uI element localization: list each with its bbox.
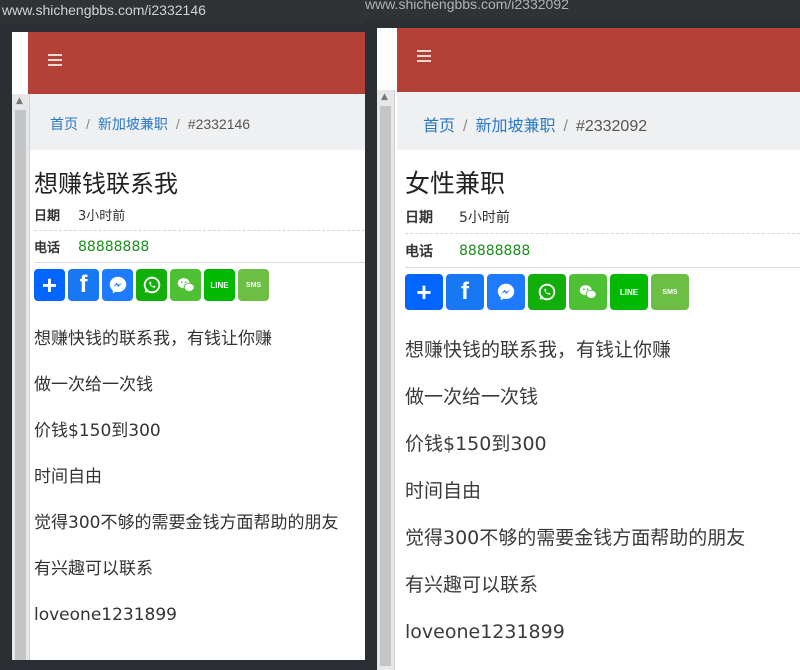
add-share-icon[interactable]: +: [34, 269, 65, 301]
facebook-icon[interactable]: f: [68, 269, 99, 301]
address-bar-right[interactable]: www.shichengbbs.com/i2332092: [365, 0, 800, 20]
phone-row: 电话 88888888: [405, 234, 800, 268]
sms-icon[interactable]: SMS: [651, 274, 689, 310]
date-value: 5小时前: [459, 209, 510, 226]
wechat-icon[interactable]: [569, 274, 607, 310]
description-line: 有兴趣可以联系: [34, 559, 153, 579]
address-bar-left[interactable]: www.shichengbbs.com/i2332146: [0, 0, 365, 24]
description-line: loveone1231899: [405, 621, 565, 643]
whatsapp-icon[interactable]: [528, 274, 566, 310]
description-line: 做一次给一次钱: [405, 386, 539, 408]
phone-link[interactable]: 88888888: [459, 243, 530, 259]
listing-title: 想赚钱联系我: [34, 170, 178, 198]
breadcrumb-separator: /: [175, 116, 180, 132]
breadcrumb-home[interactable]: 首页: [423, 118, 455, 135]
listing-content: 想赚钱联系我 日期 3小时前 电话 88888888 + f LINE SMS …: [30, 150, 365, 625]
description-line: 觉得300不够的需要金钱方面帮助的朋友: [405, 527, 746, 549]
breadcrumb-category[interactable]: 新加坡兼职: [475, 118, 555, 135]
phone-label: 电话: [405, 243, 433, 260]
breadcrumb-separator: /: [463, 118, 468, 135]
breadcrumb-current: #2332092: [575, 118, 648, 135]
listing-panel-right: ▲ 首页 / 新加坡兼职 / #2332092 女性兼职 日期 5小时前 电话 8888…: [377, 28, 800, 670]
share-buttons: + f LINE SMS: [34, 269, 365, 301]
description-line: 想赚快钱的联系我，有钱让你赚: [34, 329, 272, 349]
sms-icon[interactable]: SMS: [238, 269, 269, 301]
breadcrumb-current: #2332146: [187, 116, 251, 132]
date-row: 日期 5小时前: [405, 200, 800, 234]
date-value: 3小时前: [78, 209, 126, 224]
description-line: 觉得300不够的需要金钱方面帮助的朋友: [34, 513, 339, 533]
scrollbar[interactable]: ▲: [377, 90, 395, 670]
messenger-icon[interactable]: [487, 274, 525, 310]
date-row: 日期 3小时前: [34, 199, 365, 231]
breadcrumb-separator: /: [563, 118, 568, 135]
breadcrumb-separator: /: [86, 116, 90, 132]
line-icon[interactable]: LINE: [204, 269, 235, 301]
phone-link[interactable]: 88888888: [78, 239, 149, 255]
description-line: 做一次给一次钱: [34, 375, 153, 395]
breadcrumb: 首页 / 新加坡兼职 / #2332146: [30, 94, 365, 150]
breadcrumb-home[interactable]: 首页: [50, 116, 78, 132]
scrollbar[interactable]: ▲: [12, 94, 30, 660]
description-line: 想赚快钱的联系我，有钱让你赚: [405, 339, 672, 361]
listing-panel-left: ▲ 首页 / 新加坡兼职 / #2332146 想赚钱联系我 日期 3小时前 电话 88…: [12, 32, 365, 660]
navbar: [28, 32, 365, 94]
wechat-icon[interactable]: [170, 269, 201, 301]
share-buttons: + f LINE SMS: [405, 274, 800, 310]
breadcrumb: 首页 / 新加坡兼职 / #2332092: [397, 92, 800, 150]
line-icon[interactable]: LINE: [610, 274, 648, 310]
phone-row: 电话 88888888: [34, 231, 365, 263]
description-line: loveone1231899: [34, 605, 177, 625]
description-line: 时间自由: [34, 467, 102, 487]
scrollbar-thumb[interactable]: [15, 110, 26, 660]
scroll-up-icon[interactable]: ▲: [381, 92, 388, 102]
description-line: 时间自由: [405, 480, 482, 502]
date-label: 日期: [405, 209, 433, 226]
menu-icon[interactable]: [417, 50, 431, 65]
scrollbar-thumb[interactable]: [380, 106, 391, 666]
scroll-up-icon[interactable]: ▲: [16, 96, 23, 106]
description-line: 价钱$150到300: [34, 421, 161, 441]
add-share-icon[interactable]: +: [405, 274, 443, 310]
breadcrumb-category[interactable]: 新加坡兼职: [98, 116, 168, 132]
facebook-icon[interactable]: f: [446, 274, 484, 310]
navbar: [397, 28, 800, 92]
messenger-icon[interactable]: [102, 269, 133, 301]
listing-description: 想赚快钱的联系我，有钱让你赚 做一次给一次钱 价钱$150到300 时间自由 觉…: [34, 329, 365, 625]
menu-icon[interactable]: [48, 54, 62, 69]
whatsapp-icon[interactable]: [136, 269, 167, 301]
listing-title: 女性兼职: [405, 169, 506, 198]
description-line: 价钱$150到300: [405, 433, 547, 455]
listing-content: 女性兼职 日期 5小时前 电话 88888888 + f LINE SMS 想赚…: [397, 150, 800, 642]
date-label: 日期: [34, 209, 61, 224]
window-edge: [0, 660, 365, 670]
description-line: 有兴趣可以联系: [405, 574, 539, 596]
phone-label: 电话: [34, 241, 61, 256]
listing-description: 想赚快钱的联系我，有钱让你赚 做一次给一次钱 价钱$150到300 时间自由 觉…: [405, 340, 800, 642]
